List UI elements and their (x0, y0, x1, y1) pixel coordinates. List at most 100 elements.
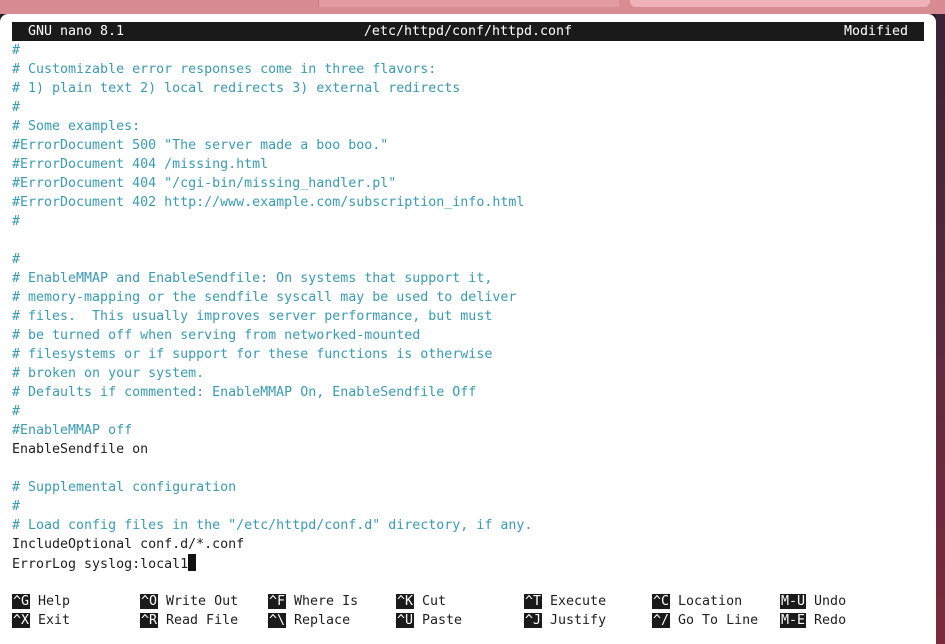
shortcut-label: Go To Line (678, 613, 759, 628)
editor-line[interactable]: # filesystems or if support for these fu… (12, 345, 924, 364)
shortcut-help[interactable]: ^G Help (12, 592, 70, 611)
editor-line[interactable]: # EnableMMAP and EnableSendfile: On syst… (12, 269, 924, 288)
editor-line[interactable]: # Customizable error responses come in t… (12, 60, 924, 79)
shortcut-exit[interactable]: ^X Exit (12, 611, 70, 630)
editor-line[interactable]: # Defaults if commented: EnableMMAP On, … (12, 383, 924, 402)
editor-line[interactable]: #EnableMMAP off (12, 421, 924, 440)
shortcut-cut[interactable]: ^K Cut (396, 592, 446, 611)
shortcut-key: ^T (524, 594, 543, 609)
line-text: EnableSendfile on (12, 442, 149, 457)
editor-line[interactable]: # Some examples: (12, 117, 924, 136)
desktop-background (0, 0, 945, 14)
shortcut-key: ^U (396, 613, 415, 628)
line-text: # Load config files in the "/etc/httpd/c… (12, 518, 533, 533)
shortcut-write-out[interactable]: ^O Write Out (140, 592, 238, 611)
editor-line[interactable]: #ErrorDocument 402 http://www.example.co… (12, 193, 924, 212)
shortcut-label: Location (678, 594, 743, 609)
line-text: # 1) plain text 2) local redirects 3) ex… (12, 81, 461, 96)
editor-line[interactable]: # (12, 402, 924, 421)
editor-line[interactable]: # (12, 98, 924, 117)
shortcut-go-to-line[interactable]: ^/ Go To Line (652, 611, 758, 630)
editor-line[interactable]: # be turned off when serving from networ… (12, 326, 924, 345)
shortcut-redo[interactable]: M-E Redo (780, 611, 846, 630)
line-text: # (12, 499, 21, 514)
text-cursor (188, 554, 197, 571)
line-text: #EnableMMAP off (12, 423, 133, 438)
text-editor-area[interactable]: # # Customizable error responses come in … (12, 41, 924, 573)
line-text: # broken on your system. (12, 366, 205, 381)
terminal-window[interactable]: GNU nano 8.1 /etc/httpd/conf/httpd.conf … (0, 14, 936, 644)
shortcut-label: Help (38, 594, 71, 609)
line-text: # EnableMMAP and EnableSendfile: On syst… (12, 271, 493, 286)
shortcut-label: Replace (294, 613, 351, 628)
editor-line[interactable]: # files. This usually improves server pe… (12, 307, 924, 326)
line-text: # be turned off when serving from networ… (12, 328, 421, 343)
line-text: #ErrorDocument 402 http://www.example.co… (12, 195, 525, 210)
editor-line[interactable]: #ErrorDocument 404 /missing.html (12, 155, 924, 174)
line-text: # memory-mapping or the sendfile syscall… (12, 290, 517, 305)
line-text: # (12, 404, 21, 419)
editor-line[interactable]: # 1) plain text 2) local redirects 3) ex… (12, 79, 924, 98)
line-text: IncludeOptional conf.d/*.conf (12, 537, 245, 552)
shortcut-key: M-E (780, 613, 807, 628)
editor-line[interactable]: IncludeOptional conf.d/*.conf (12, 535, 924, 554)
editor-line[interactable]: #ErrorDocument 500 "The server made a bo… (12, 136, 924, 155)
shortcut-bar: ^G Help ^O Write Out ^F Where Is ^K Cut ^T E… (12, 592, 924, 630)
shortcut-where-is[interactable]: ^F Where Is (268, 592, 358, 611)
file-path: /etc/httpd/conf/httpd.conf (363, 24, 573, 39)
line-text: # Customizable error responses come in t… (12, 62, 437, 77)
background-window-tab (318, 0, 619, 7)
shortcut-label: Execute (550, 594, 607, 609)
editor-line[interactable]: # Load config files in the "/etc/httpd/c… (12, 516, 924, 535)
shortcut-label: Redo (814, 613, 847, 628)
shortcut-paste[interactable]: ^U Paste (396, 611, 462, 630)
shortcut-execute[interactable]: ^T Execute (524, 592, 606, 611)
background-window-tab (630, 0, 930, 7)
line-text: # filesystems or if support for these fu… (12, 347, 493, 362)
line-text: # files. This usually improves server pe… (12, 309, 493, 324)
shortcut-label: Justify (550, 613, 607, 628)
shortcut-key: ^O (140, 594, 159, 609)
editor-line[interactable]: # (12, 212, 924, 231)
shortcut-label: Exit (38, 613, 71, 628)
editor-line[interactable] (12, 459, 924, 478)
editor-line[interactable]: # (12, 497, 924, 516)
shortcut-read-file[interactable]: ^R Read File (140, 611, 238, 630)
editor-line[interactable]: EnableSendfile on (12, 440, 924, 459)
editor-line[interactable] (12, 231, 924, 250)
editor-line[interactable]: # (12, 250, 924, 269)
shortcut-label: Paste (422, 613, 463, 628)
shortcut-key: ^R (140, 613, 159, 628)
shortcut-label: Write Out (166, 594, 239, 609)
shortcut-label: Where Is (294, 594, 359, 609)
nano-title-bar: GNU nano 8.1 /etc/httpd/conf/httpd.conf … (12, 22, 924, 41)
shortcut-key: ^/ (652, 613, 671, 628)
line-text: # (12, 43, 21, 58)
shortcut-key: ^\ (268, 613, 287, 628)
shortcut-row: ^G Help ^O Write Out ^F Where Is ^K Cut ^T E… (12, 592, 924, 611)
editor-line[interactable]: # Supplemental configuration (12, 478, 924, 497)
line-text: #ErrorDocument 500 "The server made a bo… (12, 138, 389, 153)
desktop-background-edge (936, 14, 945, 644)
shortcut-location[interactable]: ^C Location (652, 592, 742, 611)
shortcut-key: ^J (524, 613, 543, 628)
line-text: ErrorLog syslog:local1 (12, 557, 189, 572)
shortcut-key: ^K (396, 594, 415, 609)
editor-line[interactable]: # broken on your system. (12, 364, 924, 383)
editor-line[interactable]: ErrorLog syslog:local1 (12, 554, 924, 573)
modified-status: Modified (843, 24, 908, 39)
line-text: # Defaults if commented: EnableMMAP On, … (12, 385, 477, 400)
shortcut-key: ^X (12, 613, 31, 628)
shortcut-replace[interactable]: ^\ Replace (268, 611, 350, 630)
shortcut-label: Undo (814, 594, 847, 609)
line-text: # (12, 100, 21, 115)
editor-line[interactable]: # memory-mapping or the sendfile syscall… (12, 288, 924, 307)
line-text: #ErrorDocument 404 "/cgi-bin/missing_han… (12, 176, 397, 191)
shortcut-undo[interactable]: M-U Undo (780, 592, 846, 611)
editor-line[interactable]: # (12, 41, 924, 60)
editor-line[interactable]: #ErrorDocument 404 "/cgi-bin/missing_han… (12, 174, 924, 193)
shortcut-key: M-U (780, 594, 807, 609)
shortcut-key: ^F (268, 594, 287, 609)
shortcut-justify[interactable]: ^J Justify (524, 611, 606, 630)
line-text: # Some examples: (12, 119, 141, 134)
